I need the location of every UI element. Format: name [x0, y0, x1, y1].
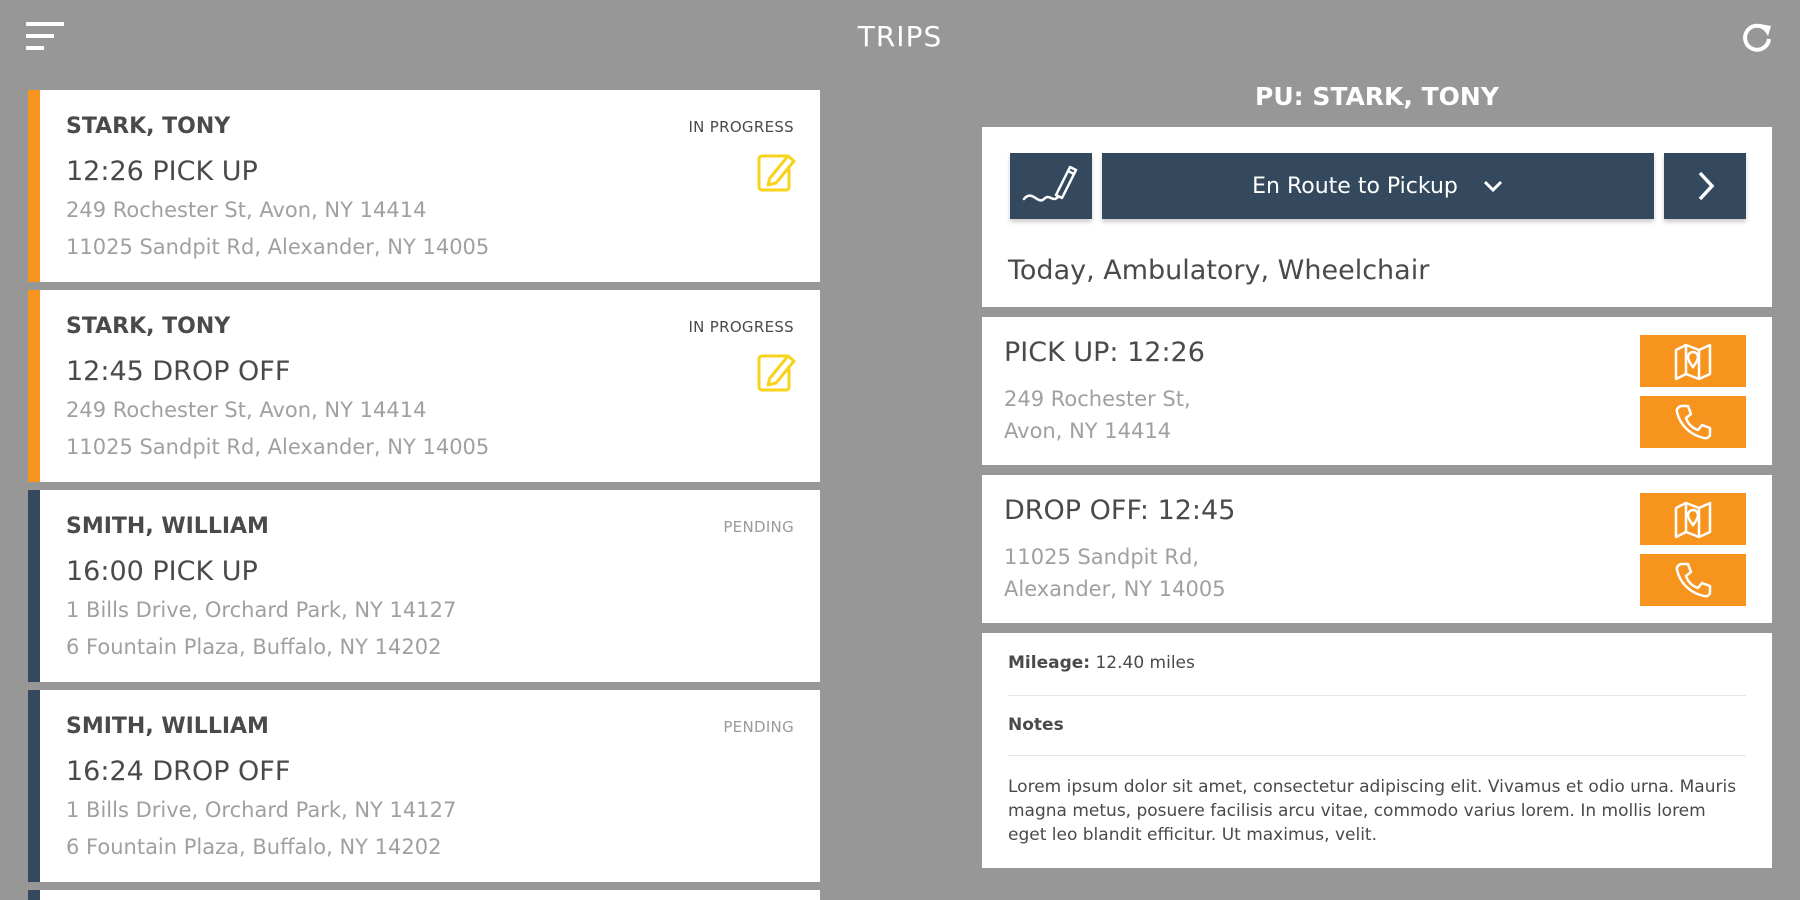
trip-card[interactable]: STARK, TONY IN PROGRESS 12:45 DROP OFF 2…: [28, 290, 820, 482]
notes-text: Lorem ipsum dolor sit amet, consectetur …: [1008, 777, 1737, 845]
pickup-address-line-1: 249 Rochester St,: [1004, 387, 1191, 411]
pickup-panel: PICK UP: 12:26 249 Rochester St, Avon, N…: [982, 317, 1772, 465]
dropoff-address-line-1: 11025 Sandpit Rd,: [1004, 545, 1199, 569]
trip-notes-panel: Mileage: 12.40 miles Notes Lorem ipsum d…: [982, 633, 1772, 868]
trip-dropoff-address: 11025 Sandpit Rd, Alexander, NY 14005: [66, 435, 490, 459]
mileage-value: 12.40 miles: [1095, 653, 1195, 673]
trip-event: 12:26 PICK UP: [66, 156, 258, 187]
trip-card[interactable]: SMITH, WILLIAM PENDING 16:00 PICK UP 1 B…: [28, 490, 820, 682]
next-step-button[interactable]: [1664, 153, 1746, 219]
trip-card[interactable]: SMITH, WILLIAM PENDING 16:24 DROP OFF 1 …: [28, 690, 820, 882]
dropoff-address-line-2: Alexander, NY 14005: [1004, 577, 1226, 601]
chevron-right-icon: [1698, 171, 1715, 201]
mileage: Mileage: 12.40 miles: [1008, 653, 1195, 673]
chevron-down-icon: [1483, 180, 1502, 193]
trip-event: 16:24 DROP OFF: [66, 756, 291, 787]
top-bar: TRIPS: [0, 0, 1800, 80]
trip-event: 12:45 DROP OFF: [66, 356, 291, 387]
trip-status-select-value: En Route to Pickup: [1252, 173, 1458, 199]
trip-dropoff-address: 6 Fountain Plaza, Buffalo, NY 14202: [66, 835, 442, 859]
trip-pickup-address: 1 Bills Drive, Orchard Park, NY 14127: [66, 598, 457, 622]
trip-tags: Today, Ambulatory, Wheelchair: [1008, 255, 1430, 286]
pickup-title: PICK UP: 12:26: [1004, 337, 1205, 368]
pickup-map-button[interactable]: [1640, 335, 1746, 387]
pickup-address-line-2: Avon, NY 14414: [1004, 419, 1172, 443]
dropoff-call-button[interactable]: [1640, 554, 1746, 606]
dropoff-title: DROP OFF: 12:45: [1004, 495, 1236, 526]
trip-status: IN PROGRESS: [688, 118, 794, 136]
map-icon: [1674, 501, 1712, 539]
refresh-icon[interactable]: [1740, 20, 1774, 54]
trip-status: PENDING: [723, 518, 794, 536]
trip-status: IN PROGRESS: [688, 318, 794, 336]
trip-status: PENDING: [723, 718, 794, 736]
trip-passenger-name: STARK, TONY: [66, 114, 231, 139]
pickup-call-button[interactable]: [1640, 396, 1746, 448]
phone-icon: [1675, 404, 1712, 440]
notes-label: Notes: [1008, 715, 1064, 735]
trip-passenger-name: STARK, TONY: [66, 314, 231, 339]
divider: [1008, 695, 1746, 696]
trip-dropoff-address: 6 Fountain Plaza, Buffalo, NY 14202: [66, 635, 442, 659]
trip-card[interactable]: [28, 890, 820, 900]
edit-icon[interactable]: [756, 350, 796, 394]
dropoff-panel: DROP OFF: 12:45 11025 Sandpit Rd, Alexan…: [982, 475, 1772, 623]
page-title: TRIPS: [857, 20, 943, 53]
trip-pickup-address: 249 Rochester St, Avon, NY 14414: [66, 198, 427, 222]
signature-button[interactable]: [1010, 153, 1092, 219]
dropoff-map-button[interactable]: [1640, 493, 1746, 545]
trip-passenger-name: SMITH, WILLIAM: [66, 714, 269, 739]
phone-icon: [1675, 562, 1712, 598]
edit-icon[interactable]: [756, 150, 796, 194]
mileage-label: Mileage:: [1008, 653, 1091, 673]
detail-title: PU: STARK, TONY: [1255, 82, 1499, 111]
trip-card[interactable]: STARK, TONY IN PROGRESS 12:26 PICK UP 24…: [28, 90, 820, 282]
trip-passenger-name: SMITH, WILLIAM: [66, 514, 269, 539]
map-icon: [1674, 343, 1712, 381]
divider: [1008, 755, 1746, 756]
trip-actions-panel: En Route to Pickup Today, Ambulatory, Wh…: [982, 127, 1772, 307]
signature-icon: [1022, 165, 1078, 202]
trip-pickup-address: 1 Bills Drive, Orchard Park, NY 14127: [66, 798, 457, 822]
trip-pickup-address: 249 Rochester St, Avon, NY 14414: [66, 398, 427, 422]
trip-event: 16:00 PICK UP: [66, 556, 258, 587]
trip-status-select[interactable]: En Route to Pickup: [1102, 153, 1654, 219]
trip-list: STARK, TONY IN PROGRESS 12:26 PICK UP 24…: [28, 90, 820, 900]
trip-dropoff-address: 11025 Sandpit Rd, Alexander, NY 14005: [66, 235, 490, 259]
